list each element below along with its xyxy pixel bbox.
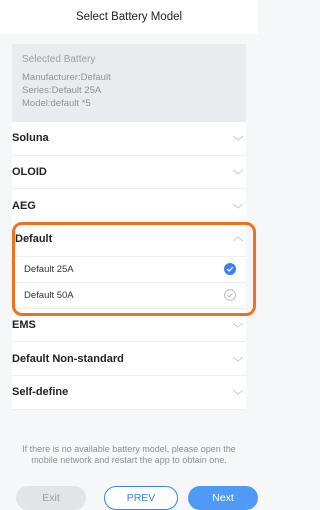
- list-item-oloid[interactable]: OLOID: [12, 156, 246, 190]
- selected-battery-title: Selected Battery: [22, 54, 96, 65]
- list-item-label: Default: [15, 233, 53, 246]
- list-item-soluna[interactable]: Soluna: [12, 122, 246, 156]
- next-button[interactable]: Next: [188, 486, 258, 510]
- chevron-down-icon: [232, 390, 244, 396]
- selected-manufacturer: Manufacturer:Default: [22, 72, 111, 83]
- page-title: Select Battery Model: [75, 11, 183, 23]
- chevron-down-icon: [232, 356, 244, 362]
- list-item-label: Self-define: [12, 386, 69, 399]
- manufacturer-list: Soluna OLOID AEG Default Default 25A Def…: [12, 122, 246, 410]
- sub-item-default-25a[interactable]: Default 25A: [12, 257, 246, 283]
- page-header: Select Battery Model: [0, 0, 258, 34]
- list-item-default-non-standard[interactable]: Default Non-standard: [12, 342, 246, 377]
- chevron-up-icon: [232, 236, 244, 242]
- list-item-label: Soluna: [12, 132, 49, 145]
- help-note: If there is no available battery model, …: [22, 444, 236, 465]
- list-item-label: AEG: [12, 199, 36, 212]
- chevron-down-icon: [232, 203, 244, 209]
- check-unselected-icon: [224, 289, 236, 302]
- exit-button[interactable]: Exit: [16, 486, 86, 510]
- check-selected-icon: [224, 263, 236, 276]
- selected-battery-card: Selected Battery Manufacturer:Default Se…: [12, 44, 246, 122]
- chevron-down-icon: [232, 135, 244, 141]
- selected-series: Series:Default 25A: [22, 85, 102, 96]
- list-item-label: Default Non-standard: [12, 352, 124, 365]
- list-item-ems[interactable]: EMS: [12, 309, 246, 343]
- prev-button[interactable]: PREV: [104, 486, 178, 510]
- sub-item-label: Default 50A: [24, 289, 74, 301]
- sub-item-label: Default 25A: [24, 263, 74, 275]
- chevron-down-icon: [232, 169, 244, 175]
- list-item-label: EMS: [12, 319, 36, 332]
- chevron-down-icon: [232, 322, 244, 328]
- sub-item-default-50a[interactable]: Default 50A: [12, 283, 246, 309]
- list-item-label: OLOID: [12, 166, 47, 179]
- list-item-aeg[interactable]: AEG: [12, 189, 246, 224]
- list-item-self-define[interactable]: Self-define: [12, 376, 246, 410]
- list-item-default[interactable]: Default: [12, 223, 246, 257]
- selected-model: Model:default *5: [22, 98, 91, 109]
